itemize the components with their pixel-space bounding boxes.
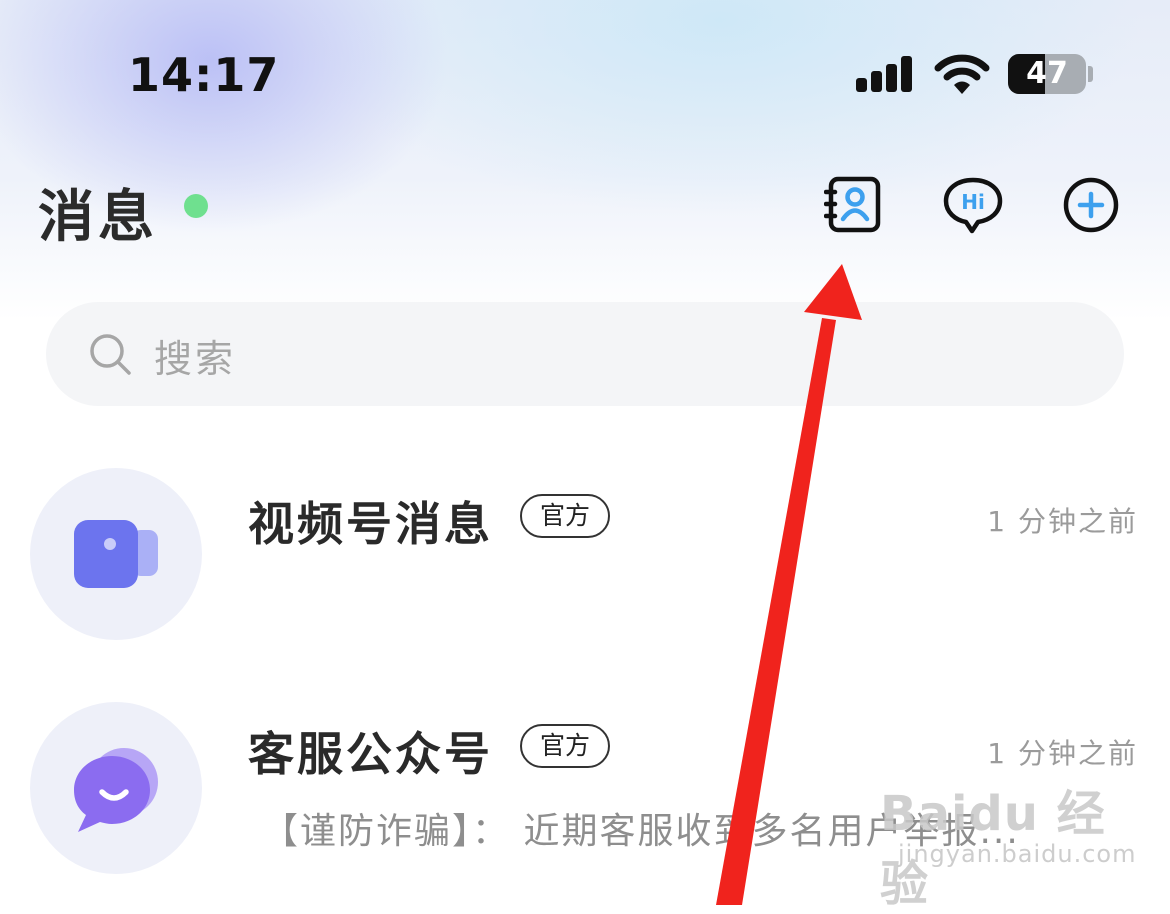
battery-tip <box>1088 66 1093 82</box>
watermark: Baidu 经验 jingyan.baidu.com <box>880 770 1135 912</box>
conversation-name: 客服公众号 <box>248 727 493 781</box>
wifi-icon <box>934 54 990 94</box>
status-time: 14:17 <box>128 48 280 102</box>
conversation-time: 1 分钟之前 <box>987 737 1138 770</box>
conversation-name: 视频号消息 <box>248 497 493 551</box>
avatar <box>30 702 202 874</box>
cellular-signal-icon <box>856 56 914 92</box>
search-placeholder: 搜索 <box>154 337 237 381</box>
online-status-dot <box>184 194 208 218</box>
conversation-time: 1 分钟之前 <box>987 505 1138 538</box>
battery-indicator: 47 <box>1008 54 1086 94</box>
battery-level: 47 <box>1026 56 1068 91</box>
page-title: 消息 <box>38 185 158 250</box>
plus-circle-icon[interactable] <box>1062 176 1120 234</box>
hi-chat-bubble-icon[interactable]: Hi <box>942 176 1004 234</box>
watermark-url: jingyan.baidu.com <box>898 840 1137 868</box>
svg-text:Hi: Hi <box>961 190 985 214</box>
avatar <box>30 468 202 640</box>
search-icon <box>90 334 131 375</box>
smile-chat-bubble-icon <box>74 748 158 832</box>
official-badge: 官方 <box>520 494 611 538</box>
conversation-item-video-account[interactable]: 视频号消息 官方 1 分钟之前 <box>0 462 1170 642</box>
video-camera-icon <box>74 520 158 588</box>
official-badge: 官方 <box>520 724 611 768</box>
search-bar[interactable]: 搜索 <box>46 302 1124 406</box>
contacts-book-icon[interactable] <box>824 176 882 234</box>
